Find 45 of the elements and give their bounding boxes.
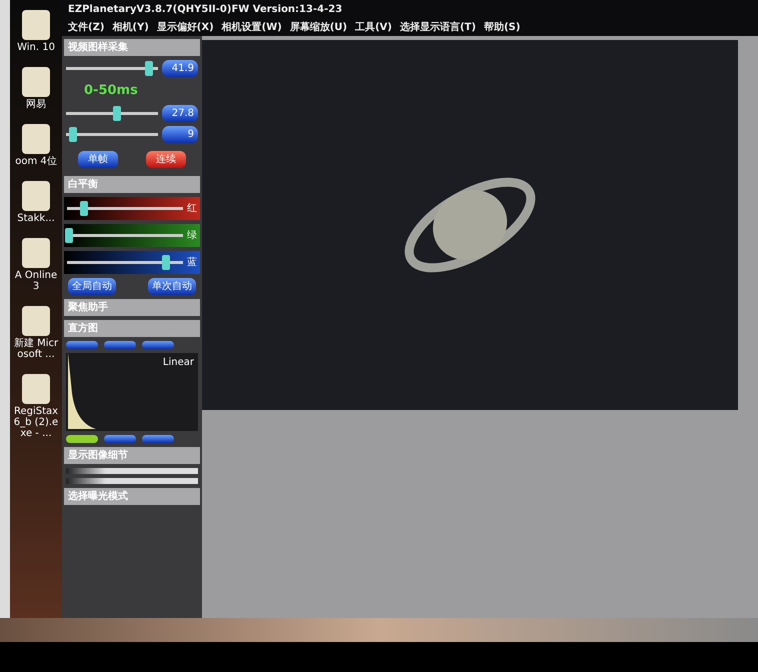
menu-item[interactable]: 相机设置(W) (222, 20, 282, 35)
icon-label: Stakk... (17, 213, 55, 224)
channel-label: 绿 (187, 228, 197, 242)
small-button[interactable] (142, 340, 174, 348)
small-button[interactable] (66, 434, 98, 442)
slider-thumb[interactable] (69, 126, 78, 142)
capture-button[interactable]: 单帧 (78, 150, 118, 168)
exposure-range-label: 0-50ms (83, 82, 139, 100)
channel-label: 蓝 (187, 256, 197, 270)
menu-item[interactable]: 相机(Y) (112, 20, 149, 35)
slider-thumb[interactable] (65, 228, 74, 242)
slider-thumb[interactable] (112, 106, 121, 120)
icon-label: 新建 Microsoft ... (12, 338, 60, 360)
small-button[interactable] (104, 434, 136, 442)
channel-label: 红 (187, 202, 197, 216)
icon-label: A Online 3 (14, 270, 58, 292)
value-field[interactable]: 9 (162, 126, 198, 142)
menu-item[interactable]: 选择显示语言(T) (400, 20, 476, 35)
menu-item[interactable]: 显示偏好(X) (156, 20, 214, 35)
histogram-mode-label: Linear (162, 356, 194, 370)
capture-button[interactable]: 连续 (146, 150, 186, 168)
panel-header: 白平衡 (64, 176, 200, 192)
auto-button[interactable]: 全局自动 (68, 278, 116, 294)
slider-thumb[interactable] (144, 61, 153, 76)
menu-item[interactable]: 屏幕缩放(U) (290, 20, 348, 35)
slider-thumb[interactable] (80, 200, 88, 216)
small-button[interactable] (142, 434, 174, 442)
panel-header: 聚焦助手 (64, 298, 200, 316)
small-button[interactable] (104, 340, 136, 348)
panel-header: 显示图像细节 (64, 446, 200, 464)
auto-button[interactable]: 单次自动 (148, 278, 196, 294)
slider-thumb[interactable] (162, 254, 170, 270)
value-field[interactable]: 41.9 (162, 60, 198, 77)
icon-label: 网易 (26, 99, 46, 110)
panel-header: 视频图样采集 (64, 39, 200, 56)
value-field[interactable]: 27.8 (162, 104, 198, 122)
icon-label: Win. 10 (17, 42, 55, 53)
menu-item[interactable]: 工具(V) (355, 20, 392, 35)
icon-label: RegiStax6_b (2).exe - ... (12, 406, 60, 439)
icon-label: oom 4位 (15, 156, 57, 167)
menu-item[interactable]: 文件(Z) (68, 20, 104, 35)
small-button[interactable] (66, 340, 98, 348)
panel-header: 直方图 (64, 320, 200, 336)
menu-item[interactable]: 帮助(S) (484, 20, 520, 35)
window-title: EZPlanetaryV3.8.7(QHY5II-0)FW Version:13-4-23 (67, 3, 344, 17)
